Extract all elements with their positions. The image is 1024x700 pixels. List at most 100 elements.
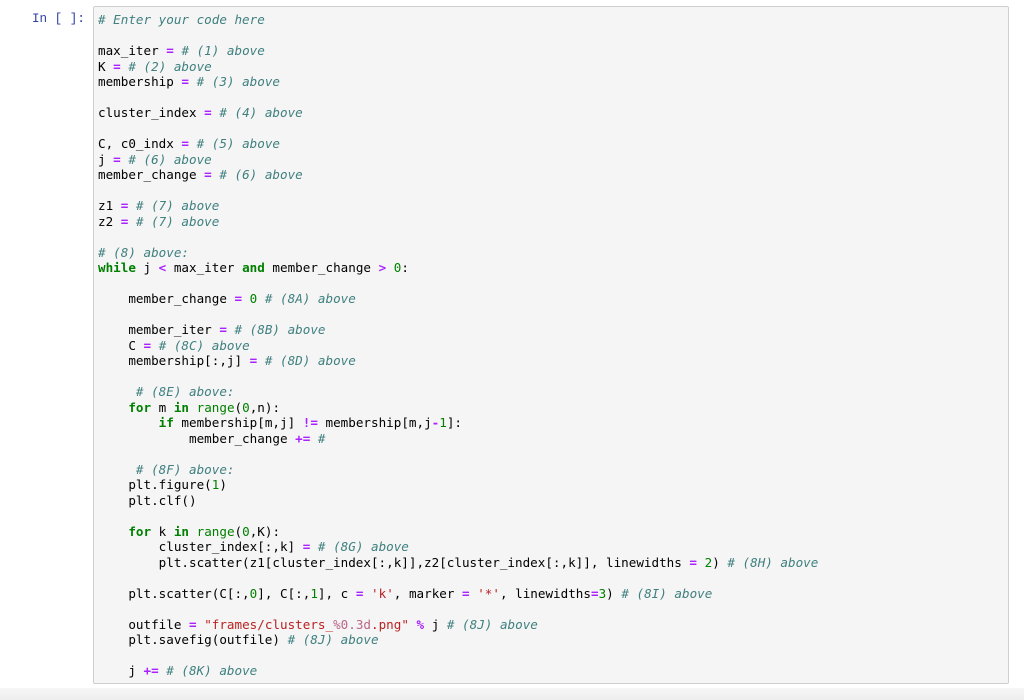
comment-token: # (6) above	[219, 167, 303, 182]
keyword-token: if	[158, 415, 174, 430]
string-token: 'k'	[371, 585, 394, 601]
code-line: # (8E) above:	[98, 384, 818, 400]
code-line: j = # (6) above	[98, 152, 818, 168]
operator-token: %	[416, 616, 425, 632]
code-text: ,K):	[249, 523, 281, 539]
comment-token: # (8E) above:	[135, 384, 235, 399]
comment-token: # (4) above	[219, 105, 303, 120]
code-text: (	[234, 523, 243, 539]
comment-token: # (8F) above:	[135, 461, 235, 477]
code-text: member_change	[264, 260, 379, 275]
code-line: if membership[m,j] != membership[m,j-1]:	[98, 415, 818, 431]
code-text: member_change	[98, 167, 205, 182]
string-token: "frames/clusters_	[204, 616, 334, 632]
code-text: j	[135, 260, 159, 275]
number-token: 0	[242, 523, 250, 539]
comment-token: # (8B) above	[234, 322, 326, 337]
operator-token: =	[181, 74, 189, 89]
code-text: member_change	[98, 291, 235, 306]
code-text: ], C[:,	[257, 585, 311, 601]
code-line: member_change = 0 # (8A) above	[98, 291, 818, 307]
code-text: max_iter	[166, 260, 243, 275]
comment-token: #	[317, 430, 326, 446]
code-editor[interactable]: # Enter your code here max_iter = # (1) …	[98, 12, 818, 679]
code-line: # Enter your code here	[98, 12, 818, 28]
code-text: ,n):	[249, 399, 281, 415]
code-text: z1	[98, 198, 121, 213]
comment-token: # (5) above	[196, 136, 280, 151]
operator-token: !=	[302, 415, 318, 430]
comment-token: # (8A) above	[264, 291, 356, 306]
code-line: plt.scatter(z1[cluster_index[:,k]],z2[cl…	[98, 554, 819, 571]
code-text: ]:	[446, 415, 463, 430]
code-text: k	[151, 523, 174, 539]
comment-token: # (8J) above	[446, 616, 538, 632]
code-text: plt.clf()	[98, 492, 197, 508]
code-text: j	[424, 616, 447, 632]
code-text: j	[98, 151, 114, 167]
number-token: 0	[242, 399, 250, 415]
operator-token: =	[204, 105, 212, 120]
code-text: cluster_index[:,k]	[98, 539, 303, 554]
operator-token: +=	[295, 430, 311, 446]
code-line: member_change = # (6) above	[98, 167, 818, 183]
code-text: j	[98, 663, 144, 678]
code-line: C, c0_indx = # (5) above	[98, 136, 818, 152]
code-text: )	[712, 554, 728, 570]
code-text: C, c0_indx	[98, 136, 182, 151]
code-text: membership[m,j	[317, 415, 432, 430]
comment-token: # (1) above	[181, 43, 265, 58]
number-token: 1	[439, 415, 447, 430]
code-line: outfile = "frames/clusters_%0.3d.png" % …	[98, 617, 818, 633]
builtin-token: range	[196, 399, 235, 415]
comment-token: # (3) above	[196, 74, 280, 89]
code-text: K	[98, 58, 114, 74]
code-cell[interactable]: # Enter your code here max_iter = # (1) …	[93, 6, 1009, 684]
comment-token: # (7) above	[135, 213, 220, 229]
code-line: while j < max_iter and member_change > 0…	[98, 260, 818, 276]
code-text: plt.scatter(z1[cluster_index[:,k]],z2[cl…	[98, 554, 690, 570]
keyword-token: in	[173, 523, 190, 539]
operator-token: =	[234, 291, 243, 306]
keyword-token: in	[173, 399, 190, 415]
format-spec-token: %0.3d	[333, 616, 372, 632]
code-line: member_iter = # (8B) above	[98, 322, 818, 338]
code-text: ], c	[317, 585, 356, 601]
code-text: max_iter	[98, 43, 167, 58]
comment-token: # (2) above	[128, 58, 212, 74]
comment-token: # (8C) above	[158, 337, 250, 353]
code-text: , linewidths	[499, 585, 591, 601]
code-line: z2 = # (7) above	[98, 214, 818, 230]
operator-token: =	[166, 43, 174, 58]
comment-token: # (8J) above	[287, 632, 379, 647]
operator-token: =	[189, 616, 197, 632]
code-line: member_change += #	[98, 431, 818, 447]
comment-token: # (8D) above	[264, 353, 356, 368]
code-line: plt.scatter(C[:,0], C[:,1], c = 'k', mar…	[98, 586, 818, 602]
code-line: z1 = # (7) above	[98, 198, 818, 214]
code-line: membership[:,j] = # (8D) above	[98, 353, 818, 369]
number-token: 1	[310, 585, 318, 601]
string-token: .png"	[371, 616, 409, 632]
code-line: plt.figure(1)	[98, 477, 818, 493]
operator-token: =	[689, 554, 697, 570]
